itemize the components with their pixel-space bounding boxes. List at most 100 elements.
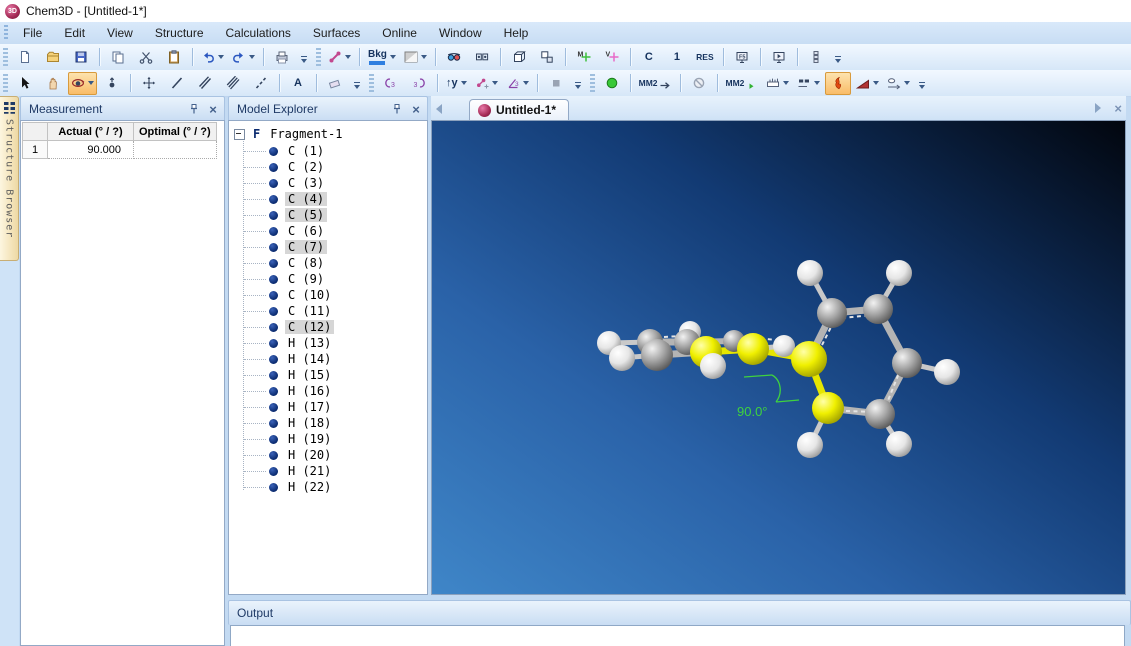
selected-carbon-atom[interactable]: [737, 333, 769, 365]
background-color-button[interactable]: Bkg: [365, 46, 399, 69]
tree-node-h19[interactable]: H (19): [229, 431, 427, 447]
menu-item-surfaces[interactable]: Surfaces: [302, 24, 371, 42]
tree-node-h13[interactable]: H (13): [229, 335, 427, 351]
stop-calculation-button[interactable]: [686, 72, 712, 95]
stereo-pair-button[interactable]: [469, 46, 495, 69]
set-angle-button[interactable]: 3: [503, 72, 532, 95]
move-objects-button[interactable]: [136, 72, 162, 95]
toolbar-overflow-button[interactable]: [917, 73, 928, 93]
toolbar-grip-handle[interactable]: [3, 48, 8, 66]
tree-node-h16[interactable]: H (16): [229, 383, 427, 399]
save-button[interactable]: [68, 46, 94, 69]
tree-node-c3[interactable]: C (3): [229, 175, 427, 191]
tree-node-c5[interactable]: C (5): [229, 207, 427, 223]
select-tool-button[interactable]: [12, 72, 38, 95]
toolbar-grip-handle[interactable]: [316, 48, 321, 66]
hydrogen-atom[interactable]: [886, 431, 912, 457]
toolbar-overflow-button[interactable]: [573, 73, 584, 93]
pair-distances-button[interactable]: [794, 72, 823, 95]
tab-scroll-right-button[interactable]: [1090, 99, 1106, 117]
single-bond-button[interactable]: [164, 72, 190, 95]
undo-button[interactable]: [198, 46, 227, 69]
toolbar-grip-handle[interactable]: [590, 74, 595, 92]
tree-node-c6[interactable]: C (6): [229, 223, 427, 239]
text-tool-button[interactable]: A: [285, 72, 311, 95]
menu-item-view[interactable]: View: [96, 24, 144, 42]
background-style-button[interactable]: [401, 46, 430, 69]
tree-node-c9[interactable]: C (9): [229, 271, 427, 287]
mm2-minimize-button[interactable]: MM2: [636, 72, 675, 95]
model-display-stack-button[interactable]: [803, 46, 829, 69]
tree-node-c2[interactable]: C (2): [229, 159, 427, 175]
tree-node-c12[interactable]: C (12): [229, 319, 427, 335]
hydrogen-atom[interactable]: [934, 359, 960, 385]
compute-properties-button[interactable]: [825, 72, 851, 95]
measure-distance-button[interactable]: [884, 72, 913, 95]
menu-grip-handle[interactable]: [4, 25, 8, 41]
pin-icon[interactable]: [389, 101, 405, 117]
toolbar-overflow-button[interactable]: [299, 47, 310, 67]
tab-scroll-left-button[interactable]: [431, 100, 447, 118]
carbon-atom[interactable]: [817, 298, 847, 328]
tree-collapse-icon[interactable]: [234, 129, 245, 140]
hydrogen-atom[interactable]: [797, 432, 823, 458]
menu-item-edit[interactable]: Edit: [53, 24, 96, 42]
show-residues-button[interactable]: RES: [692, 46, 718, 69]
optimal-value-cell[interactable]: [134, 141, 217, 159]
document-tab[interactable]: Untitled-1*: [469, 99, 569, 120]
carbon-atom[interactable]: [892, 348, 922, 378]
close-icon[interactable]: ×: [408, 101, 424, 117]
toolbar-overflow-button[interactable]: [352, 73, 363, 93]
hydrogen-atom[interactable]: [773, 335, 795, 357]
tree-node-c7[interactable]: C (7): [229, 239, 427, 255]
mm2-dynamics-button[interactable]: MM2: [723, 72, 762, 95]
eraser-tool-button[interactable]: [322, 72, 348, 95]
hydrogen-atom[interactable]: [700, 353, 726, 379]
measurement-ruler-button[interactable]: [763, 72, 792, 95]
hydrogen-atom[interactable]: [609, 345, 635, 371]
run-state-indicator[interactable]: [599, 72, 625, 95]
chart-button[interactable]: [853, 72, 882, 95]
dashed-bond-button[interactable]: [248, 72, 274, 95]
carbon-atom[interactable]: [641, 339, 673, 371]
print-button[interactable]: [269, 46, 295, 69]
open-button[interactable]: [40, 46, 66, 69]
menu-item-online[interactable]: Online: [371, 24, 428, 42]
new-button[interactable]: [12, 46, 38, 69]
tree-node-c4[interactable]: C (4): [229, 191, 427, 207]
depth-fading-button[interactable]: [534, 46, 560, 69]
actual-value-cell[interactable]: 90.000: [48, 141, 134, 159]
menu-item-structure[interactable]: Structure: [144, 24, 215, 42]
view-axes-button[interactable]: V: [599, 46, 625, 69]
tree-node-c11[interactable]: C (11): [229, 303, 427, 319]
model-viewport[interactable]: 90.0°: [431, 120, 1126, 595]
dihedral-left-button[interactable]: 3: [378, 72, 404, 95]
carbon-atom[interactable]: [863, 294, 893, 324]
paste-button[interactable]: [161, 46, 187, 69]
hydrogen-atom[interactable]: [886, 260, 912, 286]
full-screen-button[interactable]: F5: [729, 46, 755, 69]
menu-item-calculations[interactable]: Calculations: [215, 24, 302, 42]
redo-button[interactable]: [229, 46, 258, 69]
viewport-canvas[interactable]: 90.0°: [432, 121, 1125, 594]
tree-node-c1[interactable]: C (1): [229, 143, 427, 159]
pin-icon[interactable]: [186, 101, 202, 117]
toolbar-grip-handle[interactable]: [369, 74, 374, 92]
selected-carbon-atom[interactable]: [791, 341, 827, 377]
structure-browser-tab[interactable]: Structure Browser: [0, 96, 19, 261]
carbon-atom[interactable]: [865, 399, 895, 429]
model-axes-button[interactable]: M: [571, 46, 597, 69]
stop-button[interactable]: [543, 72, 569, 95]
menu-item-help[interactable]: Help: [493, 24, 540, 42]
tree-node-h17[interactable]: H (17): [229, 399, 427, 415]
show-atom-symbols-button[interactable]: C: [636, 46, 662, 69]
tree-node-h21[interactable]: H (21): [229, 463, 427, 479]
tree-node-h14[interactable]: H (14): [229, 351, 427, 367]
align-axis-button[interactable]: ↑y: [443, 72, 470, 95]
rotate-tool-button[interactable]: [68, 72, 97, 95]
output-text-area[interactable]: [230, 625, 1125, 646]
double-bond-button[interactable]: [192, 72, 218, 95]
tree-node-h22[interactable]: H (22): [229, 479, 427, 495]
tree-node-h20[interactable]: H (20): [229, 447, 427, 463]
spin-tool-button[interactable]: [99, 72, 125, 95]
